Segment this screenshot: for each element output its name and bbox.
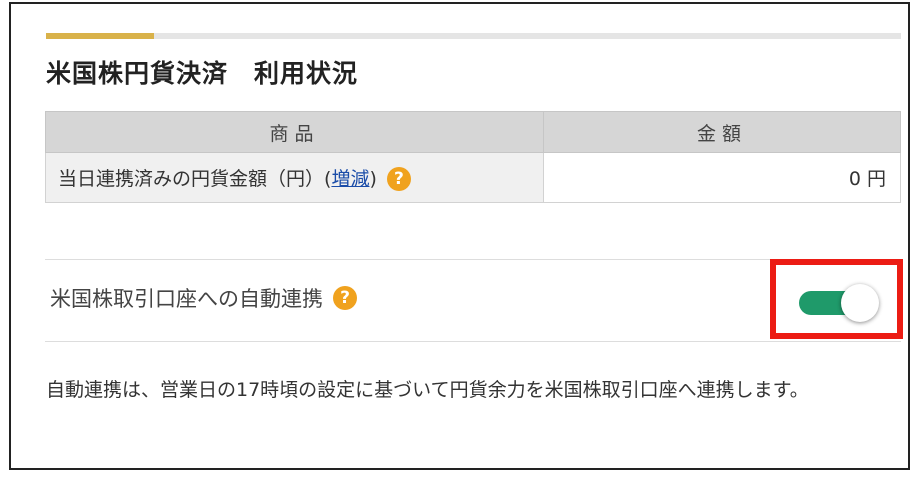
product-cell: 当日連携済みの円貨金額（円）(増減)?: [45, 152, 544, 203]
section-accent-highlight: [46, 33, 154, 39]
change-history-link[interactable]: 増減: [331, 168, 369, 190]
usage-table: 商品 金額 当日連携済みの円貨金額（円）(増減)? 0 円: [45, 111, 901, 203]
auto-link-note: 自動連携は、営業日の17時頃の設定に基づいて円貨余力を米国株取引口座へ連携します…: [46, 379, 809, 401]
table-header-row: 商品 金額: [45, 111, 901, 153]
amount-value: 0 円: [543, 152, 901, 203]
divider-bottom: [45, 341, 901, 342]
section-accent-bar: [46, 33, 901, 39]
table-row: 当日連携済みの円貨金額（円）(増減)? 0 円: [45, 152, 901, 203]
link-paren-close: ): [369, 167, 377, 190]
auto-link-label: 米国株取引口座への自動連携: [50, 287, 323, 311]
column-header-amount: 金額: [543, 111, 901, 153]
help-icon[interactable]: ?: [333, 286, 357, 310]
section-title: 米国株円貨決済 利用状況: [46, 59, 359, 88]
toggle-highlight-box: [770, 259, 903, 339]
column-header-product: 商品: [45, 111, 544, 153]
help-icon[interactable]: ?: [386, 167, 411, 192]
auto-link-row: 米国株取引口座への自動連携 ?: [50, 283, 357, 313]
product-label: 当日連携済みの円貨金額（円）: [58, 167, 325, 190]
